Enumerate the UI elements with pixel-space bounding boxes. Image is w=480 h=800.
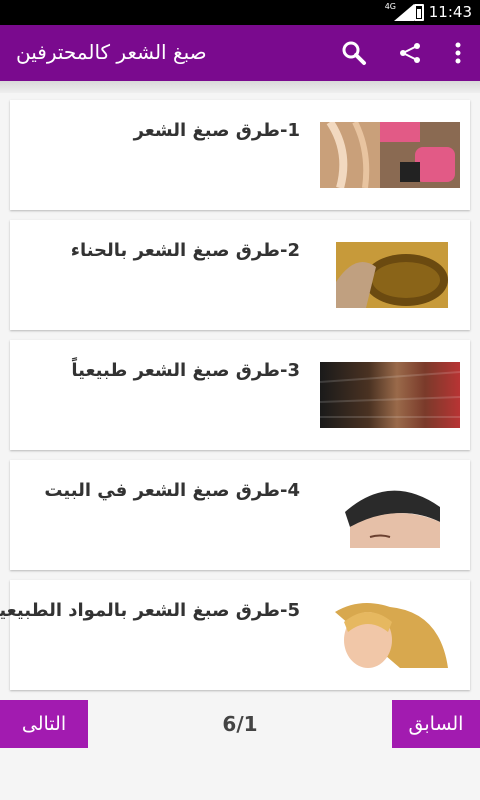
list-item[interactable]: 1-طرق صبغ الشعر — [10, 100, 470, 210]
list-item-thumbnail — [320, 362, 460, 428]
list-item-thumbnail — [320, 122, 460, 188]
app-title: صبغ الشعر كالمحترفين — [16, 40, 207, 64]
list-item-label: 2-طرق صبغ الشعر بالحناء — [70, 240, 300, 261]
next-button[interactable]: التالى — [0, 700, 88, 748]
app-bar-shadow — [0, 81, 480, 93]
list-item-label: 1-طرق صبغ الشعر — [133, 120, 300, 141]
status-bar: 4G 11:43 — [0, 0, 480, 25]
list-item[interactable]: 4-طرق صبغ الشعر في البيت — [10, 460, 470, 570]
list-item-thumbnail — [330, 602, 448, 668]
share-button[interactable] — [386, 25, 434, 81]
list-item-thumbnail — [336, 242, 448, 308]
list-item-label: 3-طرق صبغ الشعر طبيعياً — [71, 360, 300, 381]
share-icon — [400, 43, 420, 63]
search-button[interactable] — [330, 25, 378, 81]
list-item[interactable]: 3-طرق صبغ الشعر طبيعياً — [10, 340, 470, 450]
signal-icon — [394, 4, 414, 21]
battery-icon — [414, 4, 424, 21]
page-indicator: 6/1 — [222, 712, 258, 736]
pagination-bar: التالى 6/1 السابق — [0, 700, 480, 748]
overflow-menu-icon — [455, 42, 461, 64]
list-item[interactable]: 2-طرق صبغ الشعر بالحناء — [10, 220, 470, 330]
list-item[interactable]: 5-طرق صبغ الشعر بالمواد الطبيعية — [0, 580, 470, 690]
list-item-label: 4-طرق صبغ الشعر في البيت — [44, 480, 300, 501]
overflow-menu-button[interactable] — [434, 25, 480, 81]
previous-button[interactable]: السابق — [392, 700, 480, 748]
list-item-label: 5-طرق صبغ الشعر بالمواد الطبيعية — [0, 600, 300, 621]
app-bar: صبغ الشعر كالمحترفين — [0, 25, 480, 81]
search-icon — [342, 41, 366, 65]
list-item-thumbnail — [340, 482, 444, 548]
footer-area — [0, 748, 480, 800]
clock: 11:43 — [428, 3, 472, 21]
